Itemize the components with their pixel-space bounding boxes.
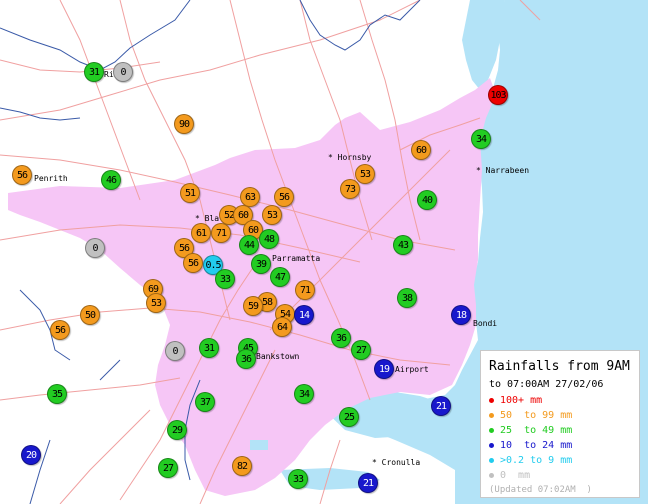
rain-gauge[interactable]: 36	[331, 328, 351, 348]
legend-title: Rainfalls from 9AM	[489, 359, 630, 374]
rain-gauge[interactable]: 20	[21, 445, 41, 465]
legend-dot	[489, 412, 494, 418]
rain-gauge[interactable]: 34	[471, 129, 491, 149]
rain-gauge[interactable]: 31	[84, 62, 104, 82]
place-bondi: Bondi	[473, 319, 498, 328]
rain-gauge[interactable]: 56	[274, 187, 294, 207]
rain-gauge[interactable]: 53	[146, 293, 166, 313]
rain-gauge[interactable]: 71	[211, 223, 231, 243]
legend-dot	[489, 397, 494, 403]
rain-gauge[interactable]: 0	[165, 341, 185, 361]
rain-gauge[interactable]: 73	[340, 179, 360, 199]
rain-gauge[interactable]: 19	[374, 359, 394, 379]
legend-item-100plus: 100+ mm	[489, 395, 542, 406]
place-blacktown: * Bla	[195, 214, 220, 223]
rainfall-map: * Hornsby * Narrabeen Penrith * Bla Parr…	[0, 0, 648, 504]
rain-gauge[interactable]: 18	[451, 305, 471, 325]
legend-item-10to24: 10 to 24 mm	[489, 440, 572, 451]
legend-subtitle: to 07:00AM 27/02/06	[489, 379, 604, 390]
rain-gauge[interactable]: 64	[272, 317, 292, 337]
rain-gauge[interactable]: 53	[262, 205, 282, 225]
rain-gauge[interactable]: 0	[113, 62, 133, 82]
place-narrabeen: * Narrabeen	[476, 166, 530, 175]
rain-gauge[interactable]: 33	[288, 469, 308, 489]
rain-gauge[interactable]: 31	[199, 338, 219, 358]
place-cronulla: * Cronulla	[372, 458, 421, 467]
rain-gauge[interactable]: 82	[232, 456, 252, 476]
rain-gauge[interactable]: 59	[243, 296, 263, 316]
legend-updated: (Updated 07:02AM )	[489, 485, 592, 495]
legend-item-25to49: 25 to 49 mm	[489, 425, 572, 436]
place-penrith: Penrith	[34, 174, 68, 183]
rain-gauge[interactable]: 35	[47, 384, 67, 404]
rain-gauge[interactable]: 61	[191, 223, 211, 243]
rain-gauge[interactable]: 29	[167, 420, 187, 440]
legend-item-small: >0.2 to 9 mm	[489, 455, 572, 466]
rain-gauge[interactable]: 21	[358, 473, 378, 493]
rain-gauge[interactable]: 27	[351, 340, 371, 360]
rain-gauge[interactable]: 44	[239, 235, 259, 255]
rain-gauge[interactable]: 21	[431, 396, 451, 416]
rain-gauge[interactable]: 43	[393, 235, 413, 255]
place-bankstown: Bankstown	[256, 352, 300, 361]
rain-gauge[interactable]: 56	[183, 253, 203, 273]
rain-gauge[interactable]: 51	[180, 183, 200, 203]
place-hornsby: * Hornsby	[328, 153, 372, 162]
rain-gauge[interactable]: 14	[294, 305, 314, 325]
legend-item-zero: 0 mm	[489, 470, 530, 481]
legend-dot	[489, 457, 494, 463]
rain-gauge[interactable]: 36	[236, 349, 256, 369]
rain-gauge[interactable]: 34	[294, 384, 314, 404]
rain-gauge[interactable]: 60	[411, 140, 431, 160]
rain-gauge[interactable]: 63	[240, 187, 260, 207]
rain-gauge[interactable]: 25	[339, 407, 359, 427]
rain-gauge[interactable]: 27	[158, 458, 178, 478]
rain-gauge[interactable]: 50	[80, 305, 100, 325]
rain-gauge[interactable]: 46	[101, 170, 121, 190]
rain-gauge[interactable]: 48	[259, 229, 279, 249]
rain-gauge[interactable]: 38	[397, 288, 417, 308]
rain-gauge[interactable]: 33	[215, 269, 235, 289]
rain-gauge[interactable]: 53	[355, 164, 375, 184]
place-parramatta: Parramatta	[272, 254, 321, 263]
rain-gauge[interactable]: 47	[270, 267, 290, 287]
rain-gauge[interactable]: 40	[417, 190, 437, 210]
rain-gauge[interactable]: 71	[295, 280, 315, 300]
rain-gauge[interactable]: 56	[12, 165, 32, 185]
rain-gauge[interactable]: 56	[50, 320, 70, 340]
rain-gauge[interactable]: 90	[174, 114, 194, 134]
rain-gauge[interactable]: 0	[85, 238, 105, 258]
legend-dot	[489, 442, 494, 448]
rain-gauge[interactable]: 103	[488, 85, 508, 105]
place-airport: Airport	[395, 365, 429, 374]
small-lake	[250, 440, 268, 450]
legend-item-50to99: 50 to 99 mm	[489, 410, 572, 421]
legend-dot	[489, 427, 494, 433]
rain-gauge[interactable]: 39	[251, 254, 271, 274]
legend-dot	[489, 472, 494, 478]
rain-gauge[interactable]: 37	[195, 392, 215, 412]
legend-panel: Rainfalls from 9AM to 07:00AM 27/02/06 1…	[480, 350, 640, 498]
